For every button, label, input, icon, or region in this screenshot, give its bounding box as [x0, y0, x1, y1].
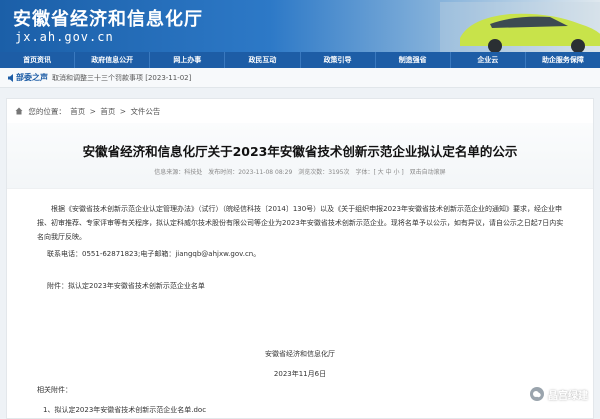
article-paragraph: 根据《安徽省技术创新示范企业认定管理办法》（试行）（皖经信科技〔2014〕130… [37, 205, 564, 241]
site-domain: jx.ah.gov.cn [15, 30, 114, 44]
watermark-text: 晶宫绿建 [548, 390, 588, 402]
announcement-link[interactable]: 取消和调整三十三个罚款事项 [2023-11-02] [52, 68, 191, 88]
nav-item-gov-info[interactable]: 政府信息公开 [75, 52, 151, 68]
nav-item-enterprise-support[interactable]: 助企服务保障 [526, 52, 600, 68]
speaker-icon [8, 74, 13, 82]
nav-item-home-news[interactable]: 首页资讯 [0, 52, 76, 68]
main-nav: 首页资讯 政府信息公开 网上办事 政民互动 政策引导 制造强省 企业云 助企服务… [0, 52, 600, 68]
article-meta: 信息来源：科技处 发布时间：2023-11-08 08:29 浏览次数：3195… [7, 167, 593, 176]
nav-item-online-service[interactable]: 网上办事 [150, 52, 226, 68]
site-title[interactable]: 安徽省经济和信息化厅 [13, 5, 203, 31]
signer-date: 2023年11月6日 [273, 370, 327, 378]
breadcrumb-separator: > [89, 107, 96, 116]
wechat-icon [530, 387, 544, 401]
breadcrumb-prefix: 您的位置： [28, 107, 66, 116]
meta-date: 发布时间：2023-11-08 08:29 [208, 169, 293, 176]
breadcrumb-home[interactable]: 首页 [70, 107, 85, 116]
contact-info: 联系电话：0551-62871823;电子邮箱：jiangqb@ahjxw.go… [47, 250, 261, 258]
meta-views: 浏览次数：3195次 [298, 169, 350, 176]
car-banner-image [440, 2, 600, 52]
breadcrumb-file-notice[interactable]: 文件公告 [130, 107, 160, 116]
article-title: 安徽省经济和信息化厅关于2023年安徽省技术创新示范企业拟认定名单的公示 [82, 144, 518, 159]
meta-source: 信息来源：科技处 [154, 169, 203, 176]
attachment-note: 附件：拟认定2023年安徽省技术创新示范企业名单 [47, 282, 205, 290]
article-header: 安徽省经济和信息化厅关于2023年安徽省技术创新示范企业拟认定名单的公示 信息来… [7, 123, 593, 189]
announcement-bar: 部委之声 取消和调整三十三个罚款事项 [2023-11-02] [0, 68, 600, 88]
site-header: 安徽省经济和信息化厅 jx.ah.gov.cn [0, 0, 600, 52]
watermark: 晶宫绿建 [530, 386, 588, 402]
article-card: 您的位置： 首页 > 首页 > 文件公告 安徽省经济和信息化厅关于2023年安徽… [6, 98, 594, 419]
breadcrumb-separator: > [119, 107, 127, 116]
related-attachment-link[interactable]: 1、拟认定2023年安徽省技术创新示范企业名单.doc [43, 403, 573, 417]
nav-item-interaction[interactable]: 政民互动 [225, 52, 301, 68]
breadcrumb: 您的位置： 首页 > 首页 > 文件公告 [15, 107, 162, 117]
breadcrumb-home-2[interactable]: 首页 [100, 107, 115, 116]
home-icon [15, 107, 23, 115]
signer-org: 安徽省经济和信息化厅 [265, 350, 335, 358]
nav-item-enterprise-cloud[interactable]: 企业云 [451, 52, 526, 68]
related-attachments-label: 相关附件： [37, 386, 72, 394]
meta-font-size[interactable]: 字体：[ 大 中 小 ] [355, 169, 403, 176]
announcement-label: 部委之声 [16, 73, 48, 82]
meta-close[interactable]: 双击自动滚屏 [410, 169, 446, 176]
nav-item-manufacturing[interactable]: 制造强省 [376, 52, 451, 68]
nav-item-policy[interactable]: 政策引导 [301, 52, 376, 68]
